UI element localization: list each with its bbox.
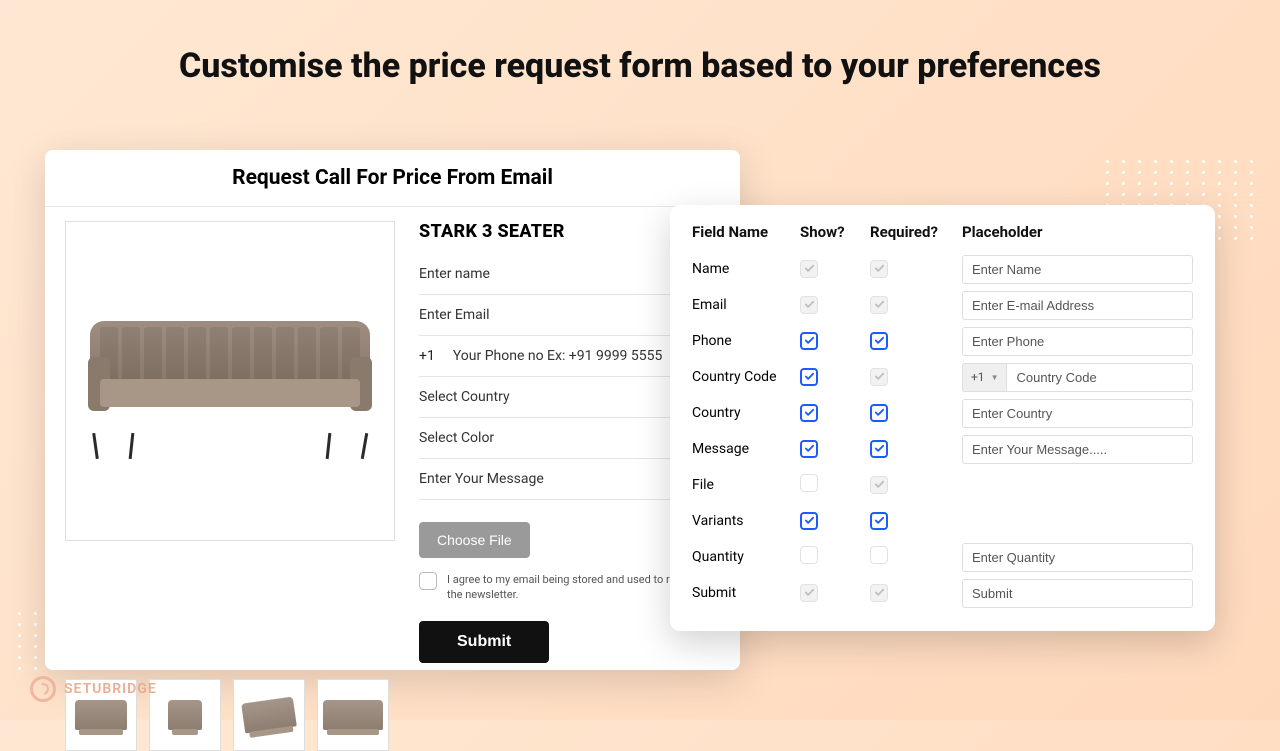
config-row: Quantity xyxy=(692,539,1193,575)
product-title: STARK 3 SEATER xyxy=(419,221,712,242)
field-label: Name xyxy=(692,261,800,277)
placeholder-input[interactable] xyxy=(962,543,1193,572)
thumbnail[interactable] xyxy=(149,679,221,751)
checkbox[interactable] xyxy=(870,546,888,564)
placeholder-input[interactable] xyxy=(962,291,1193,320)
placeholder-input[interactable] xyxy=(1006,363,1193,392)
checkbox[interactable] xyxy=(800,584,818,602)
checkbox[interactable] xyxy=(870,440,888,458)
config-row: Submit xyxy=(692,575,1193,611)
col-field-name: Field Name xyxy=(692,223,800,241)
col-show: Show? xyxy=(800,223,870,241)
checkbox[interactable] xyxy=(870,260,888,278)
checkbox[interactable] xyxy=(800,296,818,314)
field-label: Country xyxy=(692,405,800,421)
checkbox[interactable] xyxy=(800,332,818,350)
config-row: Phone xyxy=(692,323,1193,359)
field-label: Quantity xyxy=(692,549,800,565)
phone-code: +1 xyxy=(419,348,435,364)
col-placeholder: Placeholder xyxy=(962,223,1193,241)
page-heading: Customise the price request form based t… xyxy=(0,0,1280,86)
thumbnail[interactable] xyxy=(233,679,305,751)
name-field[interactable]: Enter name xyxy=(419,254,712,295)
country-code-prefix[interactable]: +1▼ xyxy=(962,363,1006,392)
color-field[interactable]: Select Color xyxy=(419,418,712,459)
field-label: File xyxy=(692,477,800,493)
field-label: Submit xyxy=(692,585,800,601)
placeholder-input[interactable] xyxy=(962,579,1193,608)
form-title: Request Call For Price From Email xyxy=(45,150,740,207)
checkbox[interactable] xyxy=(870,368,888,386)
field-label: Phone xyxy=(692,333,800,349)
brand-logo: SETUBRIDGE xyxy=(30,676,157,702)
placeholder-input[interactable] xyxy=(962,399,1193,428)
checkbox[interactable] xyxy=(870,332,888,350)
message-field[interactable]: Enter Your Message xyxy=(419,459,712,500)
checkbox[interactable] xyxy=(800,260,818,278)
request-form-card: Request Call For Price From Email STARK … xyxy=(45,150,740,670)
submit-button[interactable]: Submit xyxy=(419,621,549,663)
email-field[interactable]: Enter Email xyxy=(419,295,712,336)
logo-text: SETUBRIDGE xyxy=(64,681,157,697)
checkbox[interactable] xyxy=(870,296,888,314)
field-label: Variants xyxy=(692,513,800,529)
checkbox[interactable] xyxy=(870,584,888,602)
placeholder-input[interactable] xyxy=(962,435,1193,464)
country-field[interactable]: Select Country xyxy=(419,377,712,418)
checkbox[interactable] xyxy=(800,512,818,530)
choose-file-button[interactable]: Choose File xyxy=(419,522,530,558)
consent-checkbox[interactable] xyxy=(419,572,437,590)
phone-placeholder-text: Your Phone no Ex: +91 9999 5555 xyxy=(453,348,663,364)
field-label: Email xyxy=(692,297,800,313)
checkbox[interactable] xyxy=(800,368,818,386)
checkbox[interactable] xyxy=(870,476,888,494)
logo-icon xyxy=(30,676,56,702)
config-row: Variants xyxy=(692,503,1193,539)
config-row: File xyxy=(692,467,1193,503)
config-row: Message xyxy=(692,431,1193,467)
col-required: Required? xyxy=(870,223,962,241)
thumbnail[interactable] xyxy=(317,679,389,751)
field-label: Message xyxy=(692,441,800,457)
checkbox[interactable] xyxy=(800,474,818,492)
checkbox[interactable] xyxy=(800,440,818,458)
checkbox[interactable] xyxy=(870,404,888,422)
checkbox[interactable] xyxy=(870,512,888,530)
field-label: Country Code xyxy=(692,369,800,385)
config-row: Country xyxy=(692,395,1193,431)
config-row: Email xyxy=(692,287,1193,323)
placeholder-input[interactable] xyxy=(962,255,1193,284)
phone-field[interactable]: +1 Your Phone no Ex: +91 9999 5555 xyxy=(419,336,712,377)
checkbox[interactable] xyxy=(800,546,818,564)
config-row: Country Code +1▼ xyxy=(692,359,1193,395)
placeholder-input[interactable] xyxy=(962,327,1193,356)
checkbox[interactable] xyxy=(800,404,818,422)
config-card: Field Name Show? Required? Placeholder N… xyxy=(670,205,1215,631)
config-row: Name xyxy=(692,251,1193,287)
product-image xyxy=(65,221,395,541)
